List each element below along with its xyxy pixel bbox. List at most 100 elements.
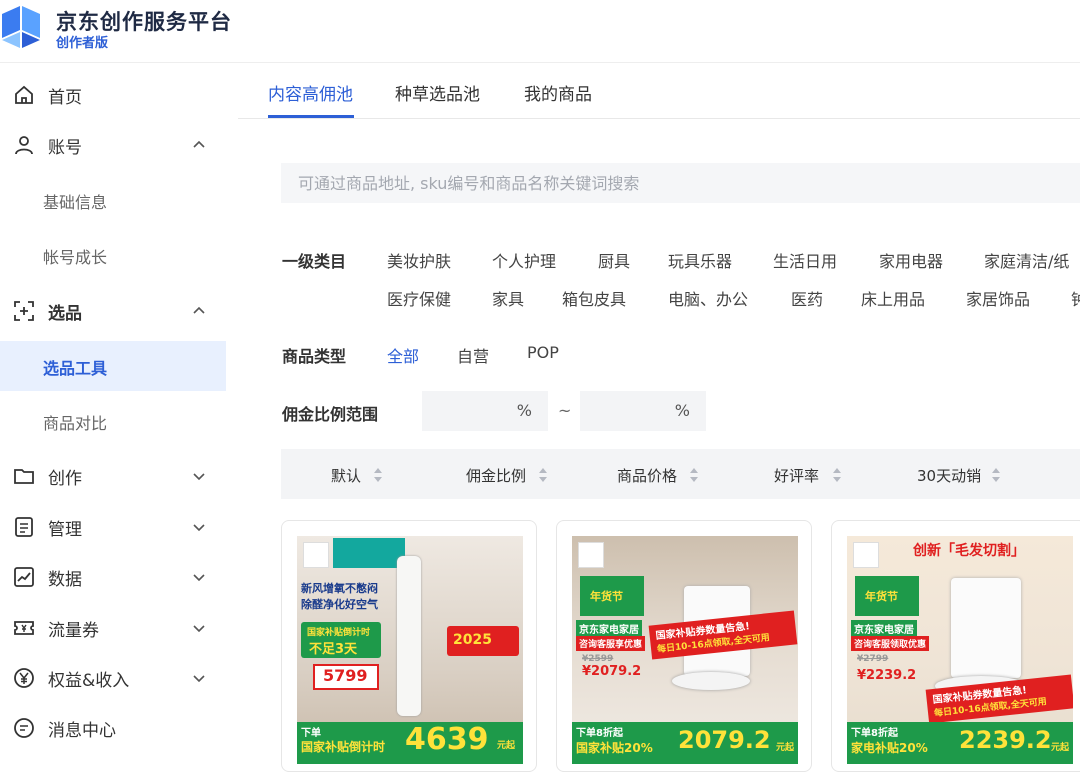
tab-bar: 内容高佣池 种草选品池 我的商品 xyxy=(238,64,1080,119)
sidebar-item-traffic-coupon[interactable]: 流量券 xyxy=(0,603,226,653)
list-icon xyxy=(15,517,33,537)
category-option[interactable]: 家用电器 xyxy=(879,248,943,272)
mid-price: ¥2079.2 xyxy=(582,664,642,679)
old-price: 5799 xyxy=(323,666,368,685)
category-option[interactable]: 床上用品 xyxy=(861,286,925,310)
tab-my-products[interactable]: 我的商品 xyxy=(524,80,592,105)
headline: 新风增氧不憋闷 xyxy=(301,582,378,595)
jd-logo-icon[interactable] xyxy=(0,4,44,50)
sort-default[interactable]: 默认 xyxy=(331,465,382,486)
robot-body xyxy=(672,672,750,690)
chevron-up-icon[interactable] xyxy=(190,136,208,154)
category-option[interactable]: 箱包皮具 xyxy=(562,286,626,310)
product-card[interactable]: 新风增氧不憋闷 除醛净化好空气 国家补贴倒计时 不足3天 5799 2025 下… xyxy=(281,520,537,772)
category-option[interactable]: 家居饰品 xyxy=(966,286,1030,310)
sidebar-item-account[interactable]: 账号 xyxy=(0,120,226,170)
sidebar-item-label: 选品 xyxy=(48,304,82,324)
category-option[interactable]: 玩具乐器 xyxy=(668,248,732,272)
sidebar-subitem-selection-tool[interactable]: 选品工具 xyxy=(0,341,226,391)
chart-icon xyxy=(14,567,34,587)
price-footer: 下单8折起 国家补贴20% 2079.2 元起 xyxy=(572,722,798,764)
old-price: ¥2599 xyxy=(582,654,614,664)
footer-prefix: 下单8折起 xyxy=(576,728,623,739)
chevron-up-icon[interactable] xyxy=(190,302,208,320)
sort-arrows-icon xyxy=(992,468,1000,482)
category-label: 一级类目 xyxy=(282,252,347,271)
sidebar-item-label: 权益&收入 xyxy=(48,671,130,691)
category-option[interactable]: 家庭清洁/纸 xyxy=(984,248,1069,272)
tab-grass-pool[interactable]: 种草选品池 xyxy=(395,80,480,105)
sort-commission[interactable]: 佣金比例 xyxy=(466,465,547,486)
product-type-label: 商品类型 xyxy=(282,347,347,366)
headline-2: 除醛净化好空气 xyxy=(301,598,378,611)
product-type-option-all[interactable]: 全部 xyxy=(387,343,419,367)
tab-active-indicator xyxy=(268,115,354,118)
sort-rating[interactable]: 好评率 xyxy=(774,465,841,486)
sidebar-subitem-account-growth[interactable]: 帐号成长 xyxy=(0,230,226,280)
category-option[interactable]: 钟 xyxy=(1071,286,1080,310)
chevron-down-icon[interactable] xyxy=(190,568,208,586)
category-option[interactable]: 医疗保健 xyxy=(387,286,451,310)
banner-text: 国家补贴倒计时 xyxy=(307,628,371,638)
sidebar-item-creation[interactable]: 创作 xyxy=(0,451,226,501)
sidebar-item-manage[interactable]: 管理 xyxy=(0,502,226,552)
commission-range-label: 佣金比例范围 xyxy=(282,405,379,424)
top-bar: 京东创作服务平台 创作者版 xyxy=(0,0,1080,63)
promo-box: 2025 xyxy=(447,626,519,656)
top-banner: 创新「毛发切割」 xyxy=(913,543,1025,559)
sidebar-subitem-product-compare[interactable]: 商品对比 xyxy=(0,396,226,446)
chevron-down-icon[interactable] xyxy=(190,669,208,687)
sidebar-item-label: 管理 xyxy=(48,520,82,540)
service-tag: 咨询客服享优惠 xyxy=(576,636,646,651)
category-option[interactable]: 个人护理 xyxy=(492,248,556,272)
category-option[interactable]: 厨具 xyxy=(598,248,630,272)
purifier-tower xyxy=(397,556,421,716)
festival-text: 年货节 xyxy=(865,590,898,603)
footer-prefix: 下单8折起 xyxy=(851,728,898,739)
crosshair-plus-icon xyxy=(14,301,34,321)
folder-icon xyxy=(14,469,34,484)
footer-label: 家电补贴20% xyxy=(851,741,928,755)
sidebar-subitem-label: 商品对比 xyxy=(43,414,108,433)
select-checkbox[interactable] xyxy=(303,542,329,568)
sidebar-item-messages[interactable]: 消息中心 xyxy=(0,703,226,753)
yen-icon xyxy=(14,668,34,688)
select-checkbox[interactable] xyxy=(578,542,604,568)
sort-price[interactable]: 商品价格 xyxy=(617,465,698,486)
chevron-down-icon[interactable] xyxy=(190,467,208,485)
search-input[interactable] xyxy=(281,163,1080,203)
category-option[interactable]: 医药 xyxy=(791,286,823,310)
ticket-icon xyxy=(14,621,34,635)
sidebar: 首页 账号 基础信息 帐号成长 选品 选品工具 商品对比 创作 管理 数据 流量… xyxy=(0,63,226,766)
sidebar-item-selection[interactable]: 选品 xyxy=(0,286,226,336)
category-option[interactable]: 家具 xyxy=(492,286,524,310)
category-option[interactable]: 电脑、办公 xyxy=(668,286,748,310)
sort-label: 佣金比例 xyxy=(466,467,527,485)
commission-min-input[interactable]: % xyxy=(422,391,548,431)
chevron-down-icon[interactable] xyxy=(190,518,208,536)
sidebar-item-income[interactable]: 权益&收入 xyxy=(0,653,226,703)
product-card[interactable]: 年货节 京东家电家居 咨询客服享优惠 ¥2599 ¥2079.2 国家补贴券数量… xyxy=(556,520,812,772)
footer-price-suffix: 元起 xyxy=(497,741,516,751)
sidebar-subitem-label: 基础信息 xyxy=(43,193,108,212)
select-checkbox[interactable] xyxy=(853,542,879,568)
product-type-option-pop[interactable]: POP xyxy=(527,343,559,362)
product-image: 新风增氧不憋闷 除醛净化好空气 国家补贴倒计时 不足3天 5799 2025 下… xyxy=(297,536,523,764)
category-option[interactable]: 美妆护肤 xyxy=(387,248,451,272)
sidebar-item-data[interactable]: 数据 xyxy=(0,552,226,602)
old-price: ¥2799 xyxy=(857,654,889,664)
footer-price: 2079.2 xyxy=(678,726,771,754)
sidebar-subitem-label: 帐号成长 xyxy=(43,248,108,267)
price-footer: 下单8折起 家电补贴20% 2239.2 元起 xyxy=(847,722,1073,764)
sort-30day-sales[interactable]: 30天动销 xyxy=(917,465,1000,486)
tab-high-commission-pool[interactable]: 内容高佣池 xyxy=(268,80,353,105)
festival-badge: 年货节 xyxy=(580,576,644,616)
product-card[interactable]: 创新「毛发切割」 年货节 京东家电家居 咨询客服领取优惠 ¥2799 ¥2239… xyxy=(831,520,1080,772)
sidebar-item-home[interactable]: 首页 xyxy=(0,70,226,120)
chevron-down-icon[interactable] xyxy=(190,619,208,637)
sidebar-subitem-basic-info[interactable]: 基础信息 xyxy=(0,175,226,225)
category-option[interactable]: 生活日用 xyxy=(773,248,837,272)
brand-strip xyxy=(333,538,405,568)
commission-max-input[interactable]: % xyxy=(580,391,706,431)
product-type-option-self[interactable]: 自营 xyxy=(457,343,489,367)
